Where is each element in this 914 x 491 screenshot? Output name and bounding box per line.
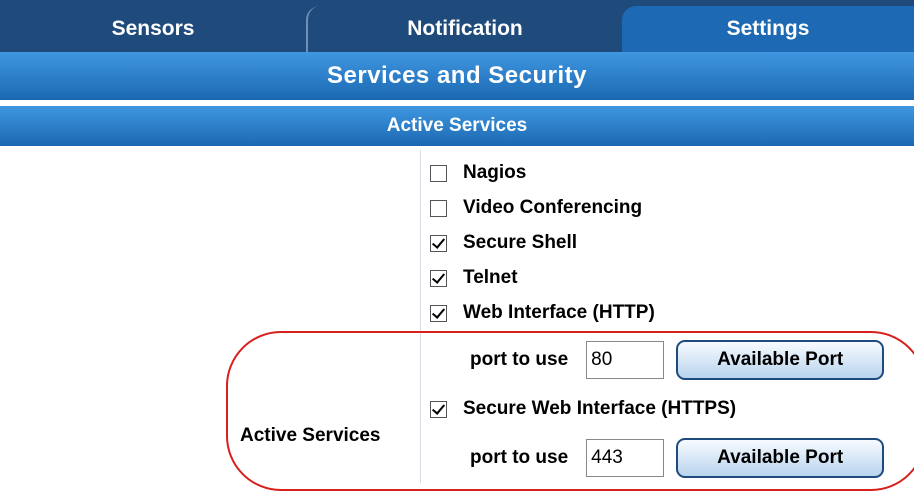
section-title: Active Services: [0, 106, 914, 146]
service-option-video-conferencing[interactable]: Video Conferencing: [430, 197, 642, 219]
video-conferencing-label: Video Conferencing: [463, 197, 643, 218]
tab-sensors[interactable]: Sensors: [0, 6, 306, 52]
nagios-label: Nagios: [463, 162, 527, 183]
service-option-http[interactable]: Web Interface (HTTP): [430, 302, 655, 324]
tab-settings[interactable]: Settings: [622, 6, 914, 52]
video-conferencing-checkbox[interactable]: [430, 199, 447, 217]
http-checkbox[interactable]: [430, 304, 447, 322]
nagios-checkbox[interactable]: [430, 164, 447, 182]
secure-shell-checkbox[interactable]: [430, 234, 447, 252]
http-label: Web Interface (HTTP): [463, 302, 655, 323]
service-option-nagios[interactable]: Nagios: [430, 162, 526, 184]
service-option-telnet[interactable]: Telnet: [430, 267, 518, 289]
tab-notification[interactable]: Notification: [306, 6, 622, 52]
secure-shell-label: Secure Shell: [463, 232, 578, 253]
service-option-secure-shell[interactable]: Secure Shell: [430, 232, 577, 254]
telnet-label: Telnet: [463, 267, 518, 288]
telnet-checkbox[interactable]: [430, 269, 447, 287]
page-title: Services and Security: [0, 52, 914, 100]
annotation-outline: [226, 331, 914, 491]
